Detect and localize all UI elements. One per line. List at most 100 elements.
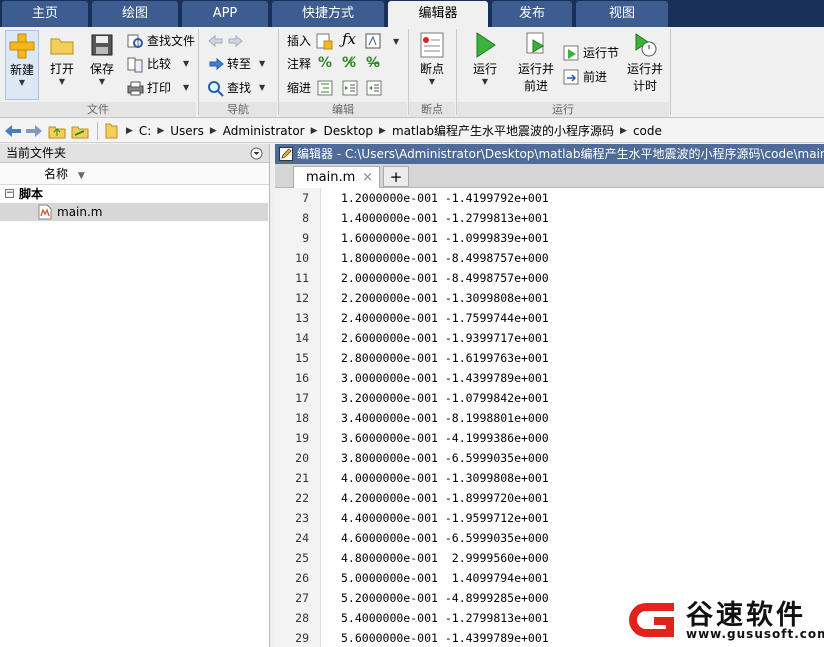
tab-editor[interactable]: 编辑器 — [388, 1, 488, 27]
column-header-name[interactable]: 名称 ▼ — [0, 163, 269, 185]
uncomment-icon[interactable]: %̸ — [342, 55, 356, 71]
up-folder-icon[interactable] — [48, 123, 66, 139]
chevron-right-icon[interactable]: ▶ — [157, 126, 164, 136]
chevron-right-icon[interactable]: ▶ — [311, 126, 318, 136]
format-icon[interactable] — [365, 33, 382, 50]
code-line[interactable]: 21 4.0000000e-001 -1.3099808e+001 — [275, 468, 824, 488]
chevron-down-icon[interactable]: ▼ — [393, 37, 399, 46]
smart-indent-icon[interactable] — [317, 80, 333, 96]
breadcrumb-administrator[interactable]: Administrator — [223, 124, 305, 138]
code-text[interactable]: 4.4000000e-001 -1.9599712e+001 — [341, 508, 549, 528]
tab-publish[interactable]: 发布 — [492, 1, 572, 27]
code-text[interactable]: 4.0000000e-001 -1.3099808e+001 — [341, 468, 549, 488]
percent-comment-icon[interactable]: % — [318, 55, 332, 71]
code-text[interactable]: 3.8000000e-001 -6.5999035e+000 — [341, 448, 549, 468]
new-tab-plus-icon[interactable]: + — [383, 166, 409, 187]
new-button[interactable]: 新建 ▼ — [5, 30, 39, 100]
run-and-advance-button[interactable]: 运行并 前进 — [512, 30, 560, 100]
collapse-icon[interactable]: − — [5, 189, 14, 198]
chevron-right-icon[interactable]: ▶ — [620, 126, 627, 136]
code-text[interactable]: 1.8000000e-001 -8.4998757e+000 — [341, 248, 549, 268]
insert-button[interactable]: 插入 — [287, 31, 311, 51]
code-line[interactable]: 15 2.8000000e-001 -1.6199763e+001 — [275, 348, 824, 368]
code-line[interactable]: 24 4.6000000e-001 -6.5999035e+000 — [275, 528, 824, 548]
chevron-right-icon[interactable]: ▶ — [210, 126, 217, 136]
browse-folder-icon[interactable] — [71, 123, 89, 139]
code-text[interactable]: 1.4000000e-001 -1.2799813e+001 — [341, 208, 549, 228]
breadcrumb-desktop[interactable]: Desktop — [324, 124, 374, 138]
code-line[interactable]: 13 2.4000000e-001 -1.7599744e+001 — [275, 308, 824, 328]
run-section-button[interactable]: 运行节 — [563, 43, 619, 63]
forward-arrow-icon[interactable] — [25, 124, 43, 138]
code-text[interactable]: 3.6000000e-001 -4.1999386e+000 — [341, 428, 549, 448]
code-text[interactable]: 3.4000000e-001 -8.1998801e+000 — [341, 408, 549, 428]
indent-button[interactable]: 缩进 — [287, 78, 311, 98]
code-line[interactable]: 9 1.6000000e-001 -1.0999839e+001 — [275, 228, 824, 248]
find-files-button[interactable]: 查找文件 — [127, 31, 195, 51]
tab-plots[interactable]: 绘图 — [92, 1, 178, 27]
back-forward-buttons[interactable] — [207, 31, 247, 51]
increase-indent-icon[interactable] — [342, 80, 358, 96]
code-text[interactable]: 3.2000000e-001 -1.0799842e+001 — [341, 388, 549, 408]
goto-button[interactable]: 转至 ▼ — [207, 54, 265, 74]
code-line[interactable]: 20 3.8000000e-001 -6.5999035e+000 — [275, 448, 824, 468]
wrap-comment-icon[interactable]: %̶ — [366, 55, 380, 71]
code-line[interactable]: 14 2.6000000e-001 -1.9399717e+001 — [275, 328, 824, 348]
tab-apps[interactable]: APP — [182, 1, 268, 27]
code-text[interactable]: 5.0000000e-001 1.4099794e+001 — [341, 568, 549, 588]
open-button[interactable]: 打开 ▼ — [44, 30, 80, 100]
code-line[interactable]: 23 4.4000000e-001 -1.9599712e+001 — [275, 508, 824, 528]
code-text[interactable]: 2.4000000e-001 -1.7599744e+001 — [341, 308, 549, 328]
chevron-right-icon[interactable]: ▶ — [126, 126, 133, 136]
tab-home[interactable]: 主页 — [2, 1, 88, 27]
code-line[interactable]: 12 2.2000000e-001 -1.3099808e+001 — [275, 288, 824, 308]
code-text[interactable]: 5.6000000e-001 -1.4399789e+001 — [341, 628, 549, 647]
code-line[interactable]: 19 3.6000000e-001 -4.1999386e+000 — [275, 428, 824, 448]
code-text[interactable]: 2.2000000e-001 -1.3099808e+001 — [341, 288, 549, 308]
code-line[interactable]: 8 1.4000000e-001 -1.2799813e+001 — [275, 208, 824, 228]
close-icon[interactable]: × — [362, 167, 373, 188]
save-button[interactable]: 保存 ▼ — [84, 30, 120, 100]
code-line[interactable]: 10 1.8000000e-001 -8.4998757e+000 — [275, 248, 824, 268]
print-button[interactable]: 打印 ▼ — [127, 78, 189, 98]
code-text[interactable]: 2.8000000e-001 -1.6199763e+001 — [341, 348, 549, 368]
breadcrumb-code[interactable]: code — [633, 124, 662, 138]
code-text[interactable]: 1.2000000e-001 -1.4199792e+001 — [341, 188, 549, 208]
tree-group-scripts[interactable]: − 脚本 — [0, 185, 269, 203]
tab-view[interactable]: 视图 — [576, 1, 668, 27]
code-text[interactable]: 1.6000000e-001 -1.0999839e+001 — [341, 228, 549, 248]
code-line[interactable]: 11 2.0000000e-001 -8.4998757e+000 — [275, 268, 824, 288]
file-item-main-m[interactable]: main.m — [0, 203, 268, 221]
breadcrumb-drive[interactable]: C: — [139, 124, 151, 138]
code-line[interactable]: 18 3.4000000e-001 -8.1998801e+000 — [275, 408, 824, 428]
code-text[interactable]: 2.6000000e-001 -1.9399717e+001 — [341, 328, 549, 348]
panel-menu-icon[interactable] — [250, 147, 263, 160]
compare-button[interactable]: 比较 ▼ — [127, 54, 189, 74]
insert-icon[interactable] — [316, 33, 333, 50]
code-line[interactable]: 17 3.2000000e-001 -1.0799842e+001 — [275, 388, 824, 408]
find-button[interactable]: 查找 ▼ — [207, 78, 265, 98]
code-text[interactable]: 5.2000000e-001 -4.8999285e+000 — [341, 588, 549, 608]
breakpoints-button[interactable]: 断点 ▼ — [414, 30, 450, 100]
editor-tab-main-m[interactable]: main.m × — [293, 166, 380, 188]
code-line[interactable]: 25 4.8000000e-001 2.9999560e+000 — [275, 548, 824, 568]
code-text[interactable]: 2.0000000e-001 -8.4998757e+000 — [341, 268, 549, 288]
run-and-time-button[interactable]: 运行并 计时 — [622, 30, 668, 100]
code-text[interactable]: 3.0000000e-001 -1.4399789e+001 — [341, 368, 549, 388]
code-text[interactable]: 4.8000000e-001 2.9999560e+000 — [341, 548, 549, 568]
back-arrow-icon[interactable] — [4, 124, 22, 138]
code-area[interactable]: 7 1.2000000e-001 -1.4199792e+001 8 1.400000… — [275, 188, 824, 647]
code-text[interactable]: 5.4000000e-001 -1.2799813e+001 — [341, 608, 549, 628]
chevron-right-icon[interactable]: ▶ — [379, 126, 386, 136]
fx-function-icon[interactable]: ƒx — [342, 30, 356, 48]
code-line[interactable]: 22 4.2000000e-001 -1.8999720e+001 — [275, 488, 824, 508]
comment-button[interactable]: 注释 — [287, 54, 311, 74]
code-line[interactable]: 7 1.2000000e-001 -1.4199792e+001 — [275, 188, 824, 208]
code-line[interactable]: 16 3.0000000e-001 -1.4399789e+001 — [275, 368, 824, 388]
tab-shortcuts[interactable]: 快捷方式 — [272, 1, 384, 27]
code-text[interactable]: 4.2000000e-001 -1.8999720e+001 — [341, 488, 549, 508]
breadcrumb-users[interactable]: Users — [170, 124, 204, 138]
run-button[interactable]: 运行 ▼ — [466, 30, 504, 100]
code-line[interactable]: 26 5.0000000e-001 1.4099794e+001 — [275, 568, 824, 588]
advance-button[interactable]: 前进 — [563, 67, 607, 87]
